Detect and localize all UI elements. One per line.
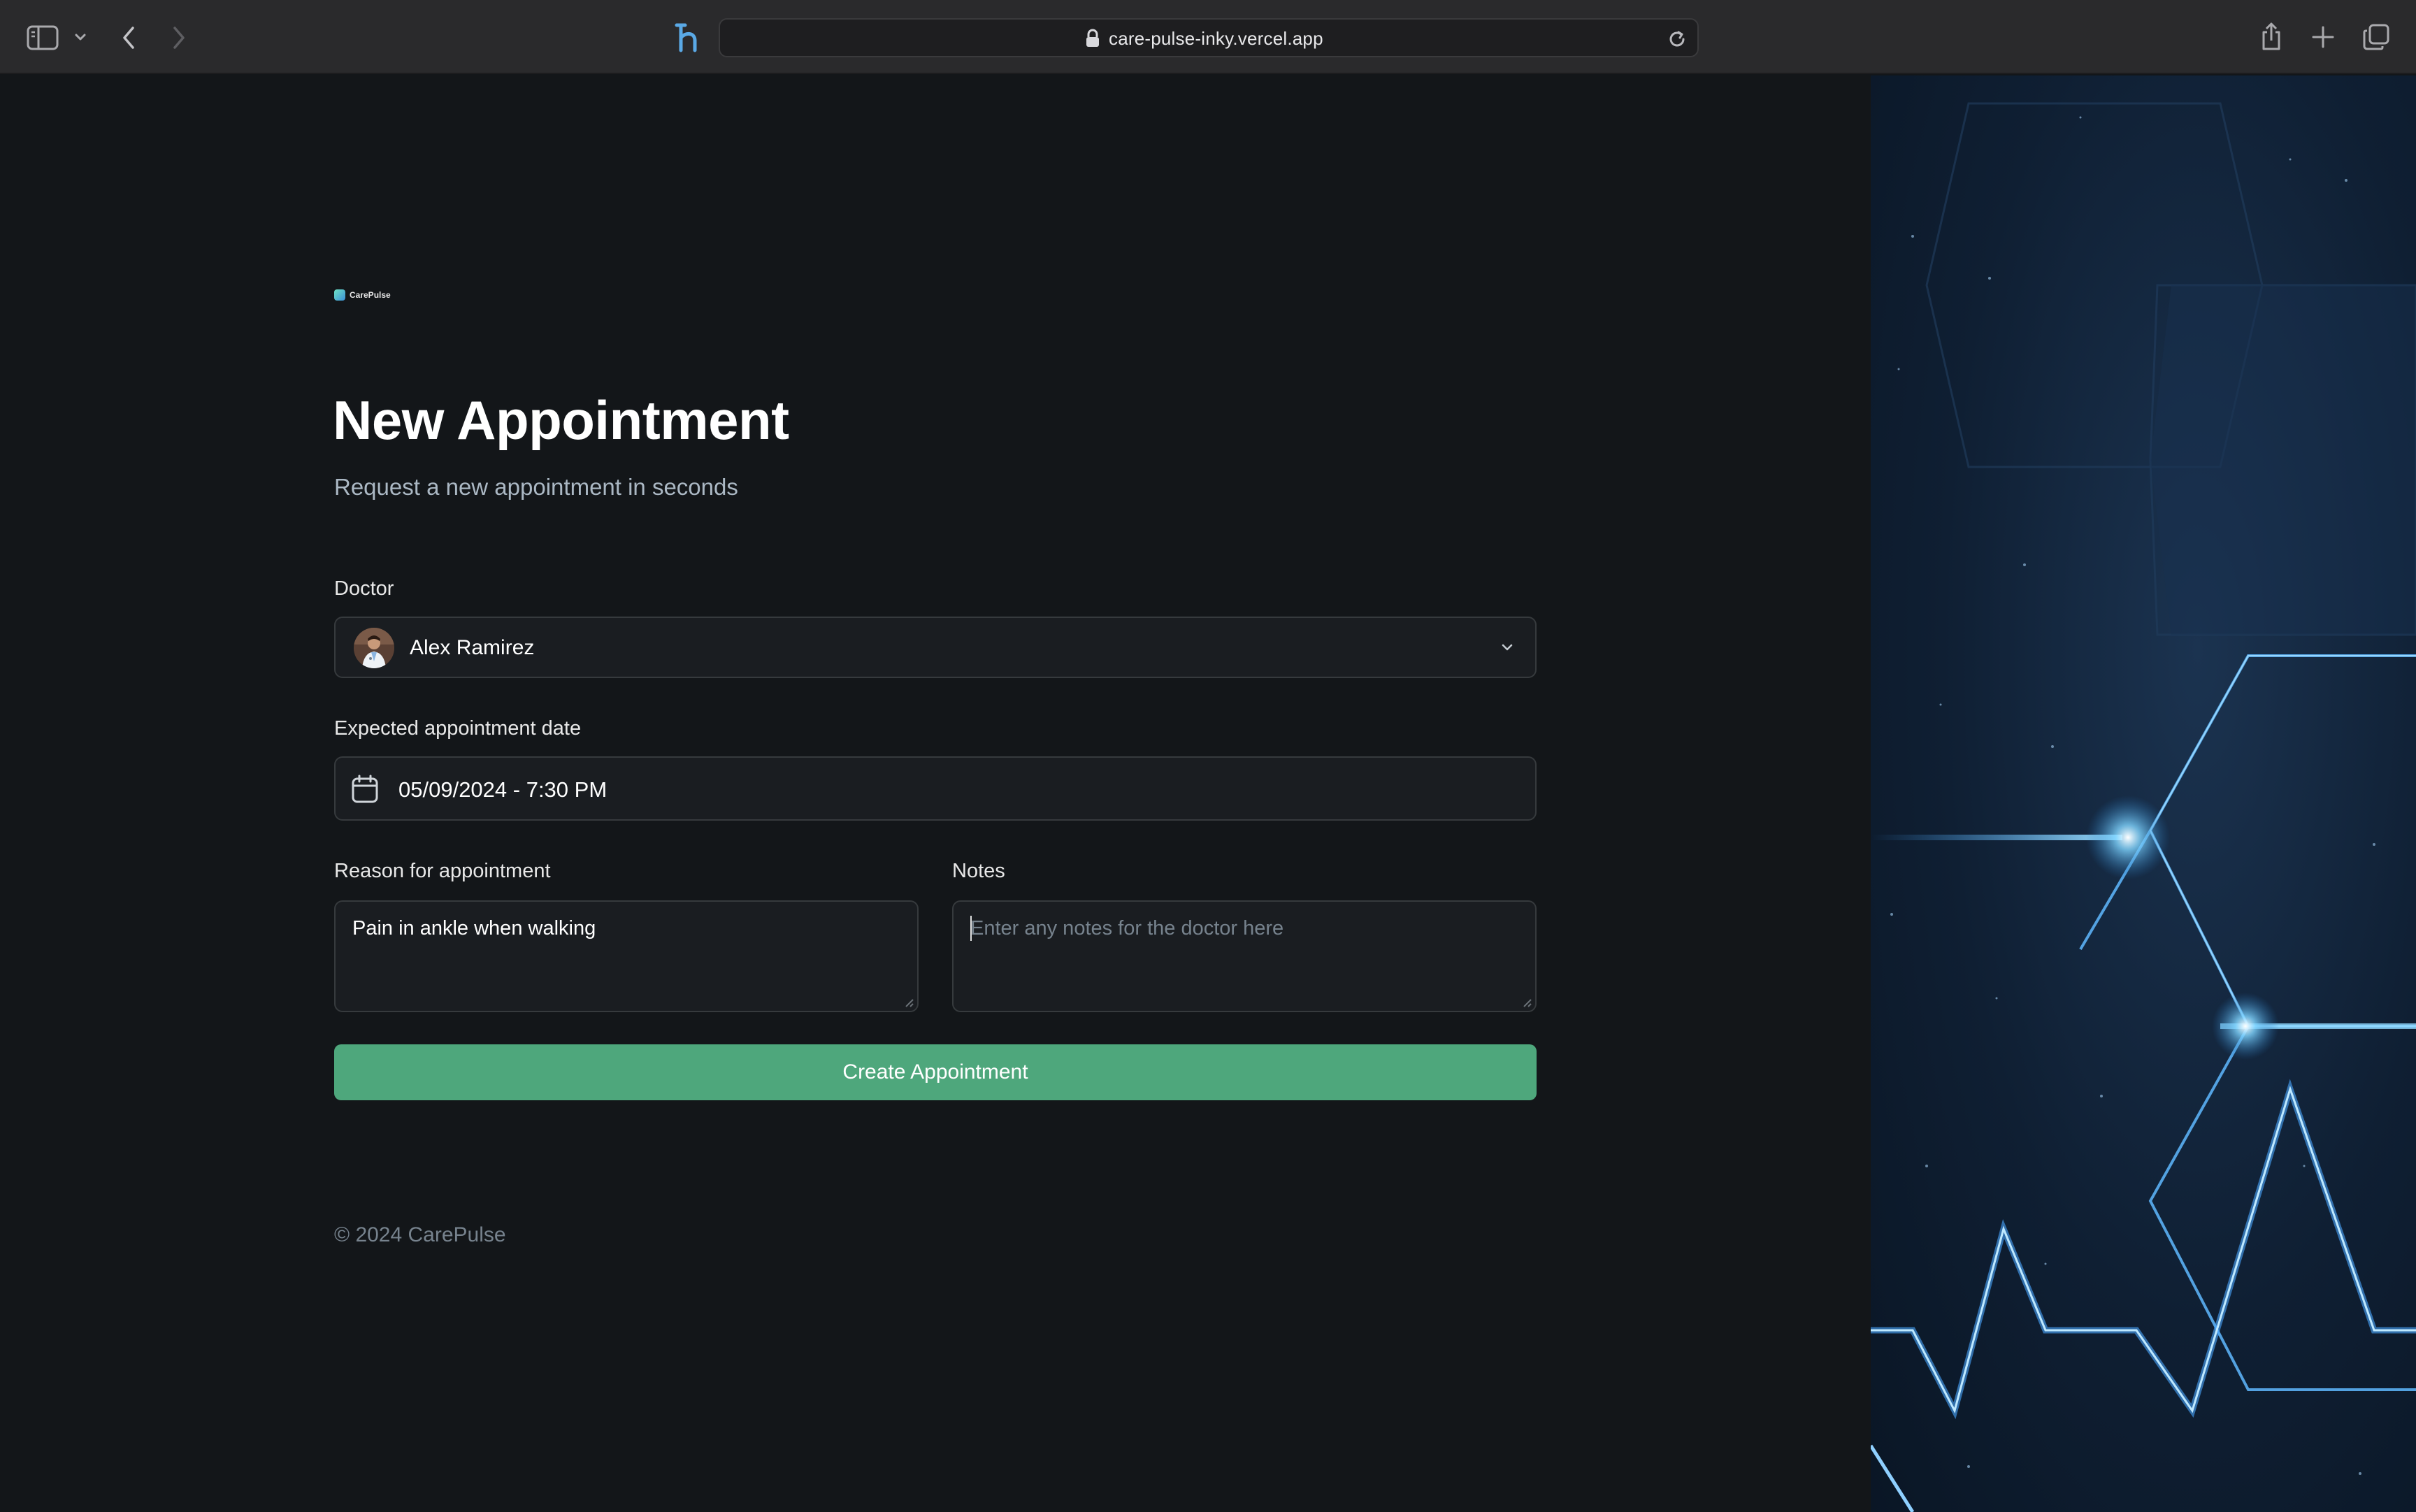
doctor-avatar <box>354 628 394 668</box>
url-text: care-pulse-inky.vercel.app <box>1109 28 1323 49</box>
reason-value: Pain in ankle when walking <box>352 917 596 939</box>
appointment-date-picker[interactable]: 05/09/2024 - 7:30 PM <box>334 756 1537 821</box>
doctor-select[interactable]: Alex Ramirez <box>334 617 1537 678</box>
hero-image <box>1871 75 2416 1512</box>
appointment-page: CarePulse New Appointment Request a new … <box>0 75 1871 1512</box>
resize-handle-icon[interactable] <box>1521 997 1532 1008</box>
forward-arrow-icon[interactable] <box>169 24 189 52</box>
copyright-text: © 2024 CarePulse <box>334 1223 506 1246</box>
doctor-name: Alex Ramirez <box>410 636 535 659</box>
resize-handle-icon[interactable] <box>903 997 914 1008</box>
logo-text: CarePulse <box>350 290 391 300</box>
doctor-label: Doctor <box>334 577 394 600</box>
reload-icon[interactable] <box>1667 29 1688 50</box>
logo[interactable]: CarePulse <box>334 289 391 301</box>
page-title: New Appointment <box>333 389 789 451</box>
tab-overview-icon[interactable] <box>2363 24 2389 50</box>
browser-toolbar: care-pulse-inky.vercel.app <box>0 0 2416 74</box>
notes-label: Notes <box>952 860 1005 882</box>
sidebar-toggle-icon[interactable] <box>27 25 59 50</box>
calendar-icon <box>351 775 379 804</box>
chevron-down-icon <box>1499 639 1516 656</box>
date-value: 05/09/2024 - 7:30 PM <box>398 777 607 802</box>
notes-textarea[interactable]: Enter any notes for the doctor here <box>952 900 1537 1012</box>
share-icon[interactable] <box>2259 21 2283 52</box>
reason-label: Reason for appointment <box>334 860 551 882</box>
address-bar[interactable]: care-pulse-inky.vercel.app <box>719 18 1699 57</box>
reason-textarea[interactable]: Pain in ankle when walking <box>334 900 919 1012</box>
lock-icon <box>1085 29 1100 48</box>
date-label: Expected appointment date <box>334 717 582 740</box>
chevron-down-icon[interactable] <box>73 29 88 45</box>
plus-icon[interactable] <box>2311 25 2335 49</box>
extension-icon[interactable] <box>671 21 702 55</box>
notes-placeholder: Enter any notes for the doctor here <box>970 917 1284 939</box>
logo-icon <box>334 289 345 301</box>
back-arrow-icon[interactable] <box>119 24 138 52</box>
create-appointment-button[interactable]: Create Appointment <box>334 1044 1537 1100</box>
page-subtitle: Request a new appointment in seconds <box>334 474 738 500</box>
